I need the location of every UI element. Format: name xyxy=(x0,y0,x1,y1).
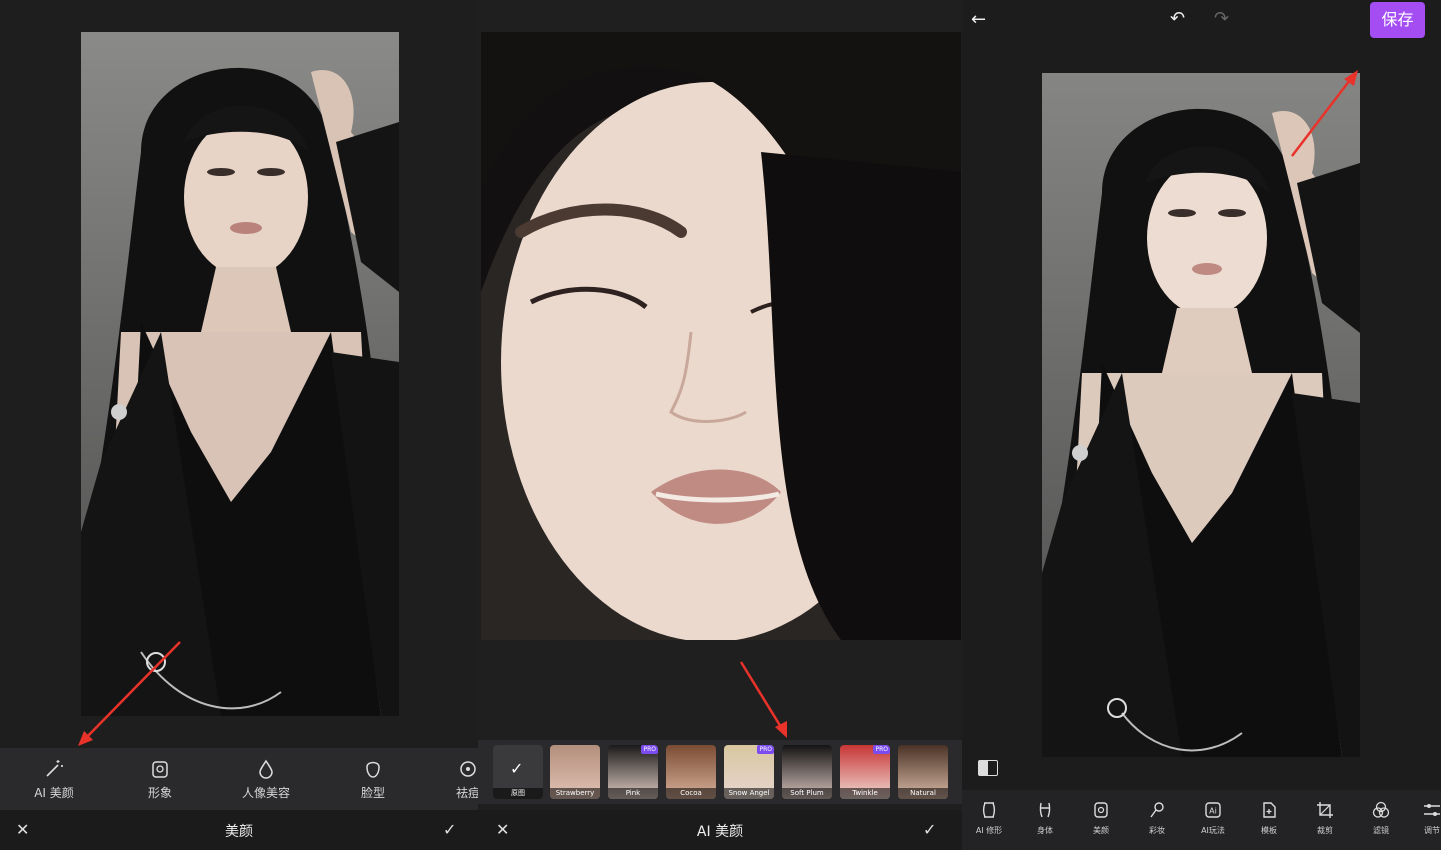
selected-check-icon: ✓ xyxy=(510,759,524,778)
preset-original[interactable]: ✓ 原图 xyxy=(493,745,543,799)
tool-makeup[interactable]: 彩妆 xyxy=(1130,800,1184,836)
tool-face-shape[interactable]: 脸型 xyxy=(333,758,413,801)
pro-badge: PRO xyxy=(641,745,658,754)
tool-acne-removal[interactable]: 祛痘 xyxy=(428,758,478,801)
face-outline-icon xyxy=(366,761,380,778)
preset-natural[interactable]: Natural xyxy=(898,745,948,799)
adjust-icon xyxy=(1424,804,1440,816)
preset-label: Pink xyxy=(608,788,658,799)
back-arrow-icon[interactable]: ← xyxy=(971,9,986,30)
body-icon xyxy=(1039,802,1051,818)
preset-label: 原图 xyxy=(493,788,543,799)
compare-toggle-icon[interactable] xyxy=(978,760,998,776)
tool-label: 身体 xyxy=(1037,826,1053,835)
beauty-icon xyxy=(1094,802,1108,818)
svg-text:Ai: Ai xyxy=(1209,807,1217,816)
crop-icon xyxy=(1317,802,1333,818)
preset-label: Twinkle xyxy=(840,788,890,799)
tool-label: AI 修形 xyxy=(975,826,1003,835)
tool-ai-reshape[interactable]: AI 修形 xyxy=(962,800,1016,836)
confirm-icon[interactable]: ✓ xyxy=(443,820,456,839)
tool-label: 美颜 xyxy=(1093,826,1109,835)
tool-ai-beauty[interactable]: AI 美颜 xyxy=(14,758,94,801)
auto-retouch-icon xyxy=(982,802,996,818)
tool-ai-effects[interactable]: Ai AI玩法 xyxy=(1186,800,1240,836)
tool-label: 滤镜 xyxy=(1373,826,1389,835)
droplet-icon xyxy=(259,759,273,779)
tool-label: 形象 xyxy=(147,786,172,800)
pro-badge: PRO xyxy=(757,745,774,754)
tool-label: 调节 xyxy=(1424,826,1440,835)
tool-portrait-beauty[interactable]: 人像美容 xyxy=(226,758,306,801)
main-editor-panel: ← ↶ ↷ 保存 AI 修形 身体 美颜 彩妆 Ai AI玩法 模板 裁剪 滤镜… xyxy=(962,0,1441,850)
face-closeup-photo xyxy=(481,32,961,640)
tool-filter[interactable]: 滤镜 xyxy=(1354,800,1408,836)
tool-label: 裁剪 xyxy=(1317,826,1333,835)
portrait-photo xyxy=(81,32,399,716)
tool-image[interactable]: 形象 xyxy=(120,758,200,801)
tool-adjust[interactable]: 调节 xyxy=(1410,800,1441,836)
bottom-action-bar: ✕ AI 美颜 ✓ xyxy=(478,810,962,850)
tool-label: 人像美容 xyxy=(241,786,290,800)
panel-title: AI 美颜 xyxy=(696,824,744,840)
tool-label: 模板 xyxy=(1261,826,1277,835)
style-presets-strip: ✓ 原图 Strawberry PRO Pink Cocoa PRO Snow … xyxy=(478,740,962,804)
panel-title: 美颜 xyxy=(225,824,253,840)
preset-label: Natural xyxy=(898,788,948,799)
tool-label: AI玩法 xyxy=(1201,826,1225,835)
bottom-action-bar: ✕ 美颜 ✓ xyxy=(0,810,478,850)
tool-body[interactable]: 身体 xyxy=(1018,800,1072,836)
preset-cocoa[interactable]: Cocoa xyxy=(666,745,716,799)
pro-badge: PRO xyxy=(873,745,890,754)
preset-twinkle[interactable]: PRO Twinkle xyxy=(840,745,890,799)
tool-beauty[interactable]: 美颜 xyxy=(1074,800,1128,836)
tool-label: 彩妆 xyxy=(1149,826,1165,835)
tool-label: 祛痘 xyxy=(455,786,478,800)
beauty-editor-panel: AI 美颜 形象 人像美容 脸型 祛痘 ✕ 美颜 ✓ xyxy=(0,0,478,850)
tool-crop[interactable]: 裁剪 xyxy=(1298,800,1352,836)
blemish-icon xyxy=(460,761,476,777)
editor-top-bar: ← ↶ ↷ 保存 xyxy=(962,0,1441,42)
tool-label: AI 美颜 xyxy=(34,786,74,800)
preset-label: Soft Plum xyxy=(782,788,832,799)
preset-label: Cocoa xyxy=(666,788,716,799)
ai-beauty-panel: ✓ 原图 Strawberry PRO Pink Cocoa PRO Snow … xyxy=(478,0,962,850)
main-tool-bar: AI 修形 身体 美颜 彩妆 Ai AI玩法 模板 裁剪 滤镜 调节 xyxy=(962,790,1441,850)
tool-label: 脸型 xyxy=(360,786,385,800)
makeup-brush-icon xyxy=(1150,802,1164,818)
filter-icon xyxy=(1372,801,1390,818)
ai-effects-icon: Ai xyxy=(1205,802,1221,818)
tool-template[interactable]: 模板 xyxy=(1242,800,1296,836)
preset-pink[interactable]: PRO Pink xyxy=(608,745,658,799)
portrait-frame-icon xyxy=(152,761,168,778)
undo-icon[interactable]: ↶ xyxy=(1170,8,1185,29)
redo-icon: ↷ xyxy=(1214,8,1230,29)
preset-label: Strawberry xyxy=(550,788,600,799)
preset-label: Snow Angel xyxy=(724,788,774,799)
save-button[interactable]: 保存 xyxy=(1370,2,1425,38)
template-icon xyxy=(1263,802,1276,818)
preset-strawberry[interactable]: Strawberry xyxy=(550,745,600,799)
magic-wand-icon xyxy=(46,760,63,777)
preset-snow-angel[interactable]: PRO Snow Angel xyxy=(724,745,774,799)
edited-portrait-photo xyxy=(1042,73,1360,757)
confirm-icon[interactable]: ✓ xyxy=(923,820,936,839)
beauty-tool-strip: AI 美颜 形象 人像美容 脸型 祛痘 xyxy=(0,748,478,810)
preset-soft-plum[interactable]: Soft Plum xyxy=(782,745,832,799)
